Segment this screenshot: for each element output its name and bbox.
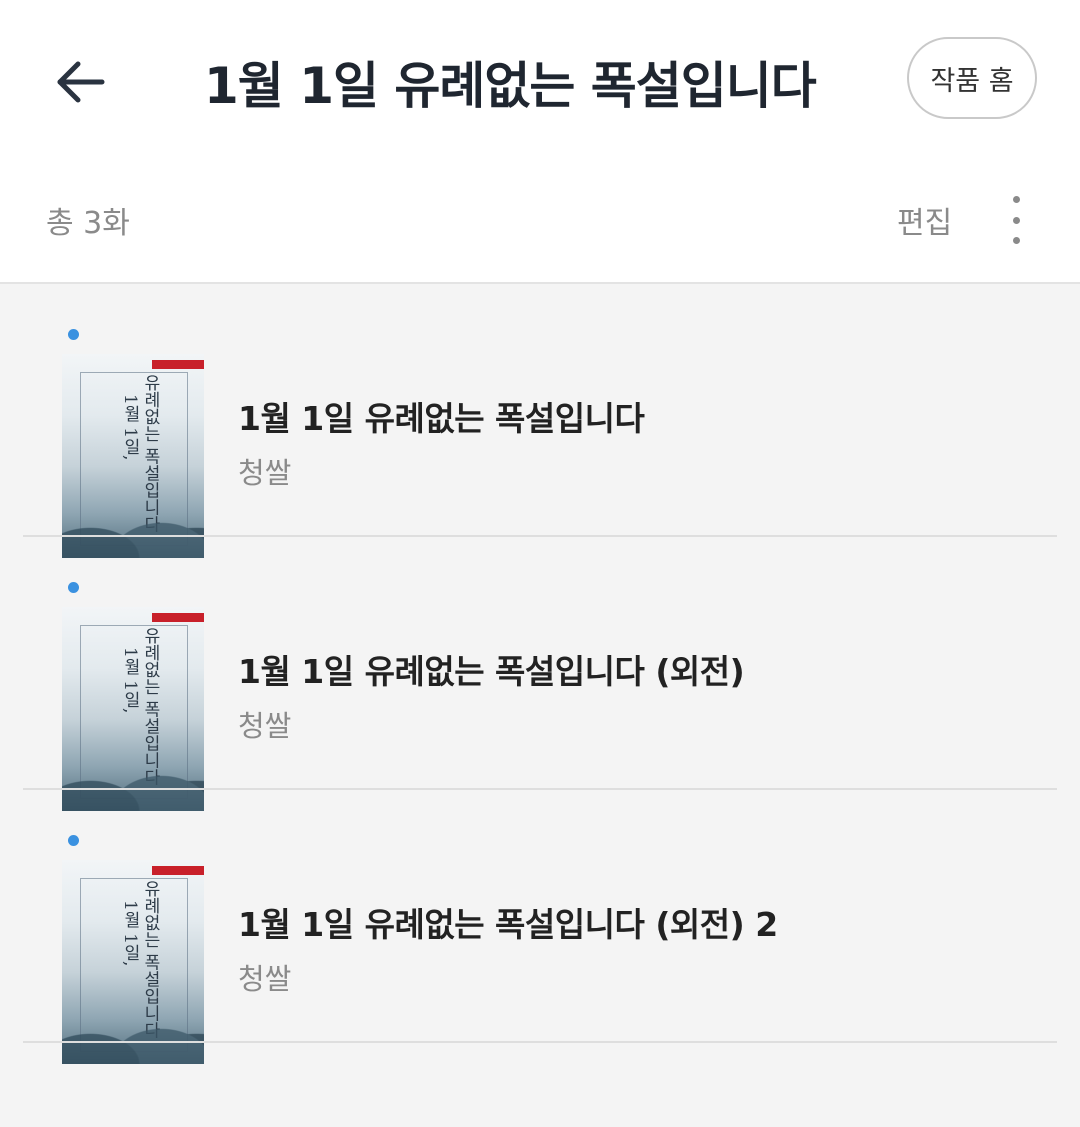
episode-row[interactable]: 1월 1일, 유례없는 폭설입니다 1월 1일 유례없는 폭설입니다 청쌀 <box>0 284 1080 558</box>
back-button[interactable] <box>48 50 112 114</box>
episode-author: 청쌀 <box>238 456 292 490</box>
top-header: 1월 1일 유례없는 폭설입니다 작품 홈 <box>0 0 1080 160</box>
new-badge-dot <box>68 582 79 593</box>
cover-red-label <box>152 866 204 875</box>
more-vertical-icon-dot <box>1012 196 1020 203</box>
new-badge-dot <box>68 329 79 340</box>
episode-author: 청쌀 <box>238 962 292 996</box>
episode-row[interactable]: 1월 1일, 유례없는 폭설입니다 1월 1일 유례없는 폭설입니다 (외전) … <box>0 790 1080 1064</box>
row-divider <box>23 1041 1057 1043</box>
series-home-button[interactable]: 작품 홈 <box>907 37 1037 119</box>
cover-red-label <box>152 360 204 369</box>
episode-list: 1월 1일, 유례없는 폭설입니다 1월 1일 유례없는 폭설입니다 청쌀 1월… <box>0 284 1080 1064</box>
arrow-left-icon <box>57 61 105 103</box>
episode-title: 1월 1일 유례없는 폭설입니다 (외전) 2 <box>238 905 778 944</box>
cover-forest <box>62 994 204 1064</box>
episode-count: 총 3화 <box>46 206 130 241</box>
episode-cover-image: 1월 1일, 유례없는 폭설입니다 <box>62 354 204 558</box>
episode-cover-image: 1월 1일, 유례없는 폭설입니다 <box>62 607 204 811</box>
more-options-button[interactable] <box>996 196 1036 244</box>
edit-button[interactable]: 편집 <box>897 198 952 242</box>
more-vertical-icon-dot <box>1012 237 1020 244</box>
episode-title: 1월 1일 유례없는 폭설입니다 <box>238 399 645 438</box>
episode-title: 1월 1일 유례없는 폭설입니다 (외전) <box>238 652 745 691</box>
episode-author: 청쌀 <box>238 709 292 743</box>
page-title: 1월 1일 유례없는 폭설입니다 <box>204 57 817 115</box>
episode-cover-image: 1월 1일, 유례없는 폭설입니다 <box>62 860 204 1064</box>
cover-red-label <box>152 613 204 622</box>
episode-toolbar: 총 3화 편집 <box>0 160 1080 284</box>
more-vertical-icon-dot <box>1012 216 1020 224</box>
new-badge-dot <box>68 835 79 846</box>
episode-row[interactable]: 1월 1일, 유례없는 폭설입니다 1월 1일 유례없는 폭설입니다 (외전) … <box>0 537 1080 811</box>
